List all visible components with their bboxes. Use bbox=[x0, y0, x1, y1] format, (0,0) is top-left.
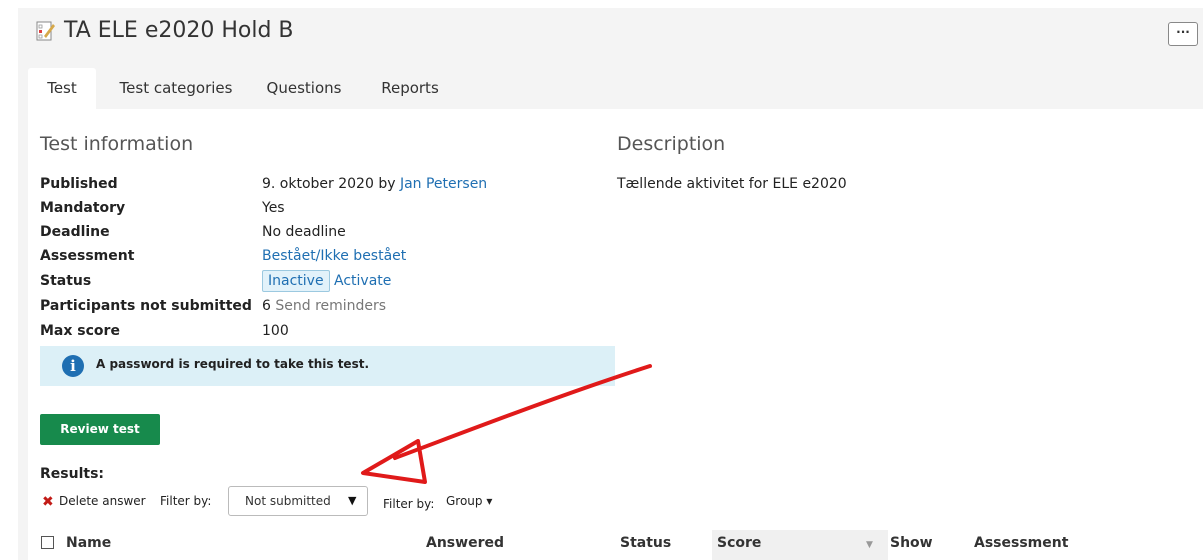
participants-label: Participants not submitted bbox=[40, 298, 252, 314]
column-header-status[interactable]: Status bbox=[620, 535, 671, 551]
test-icon bbox=[36, 21, 55, 41]
column-header-assessment[interactable]: Assessment bbox=[974, 535, 1068, 551]
info-icon: i bbox=[62, 355, 84, 377]
send-reminders-link[interactable]: Send reminders bbox=[275, 298, 386, 314]
published-date: 9. oktober 2020 by bbox=[262, 176, 400, 192]
chevron-down-icon[interactable]: ▼ bbox=[348, 494, 356, 507]
filter-by-label: Filter by: bbox=[160, 494, 212, 508]
tab-reports[interactable]: Reports bbox=[378, 68, 442, 109]
mandatory-value: Yes bbox=[262, 200, 285, 216]
sort-icon[interactable]: ▼ bbox=[866, 540, 873, 550]
more-options-button[interactable]: ··· bbox=[1168, 22, 1198, 46]
author-link[interactable]: Jan Petersen bbox=[400, 176, 487, 192]
column-header-score[interactable]: Score bbox=[717, 535, 761, 551]
password-alert: i A password is required to take this te… bbox=[40, 346, 615, 386]
deadline-label: Deadline bbox=[40, 224, 110, 240]
participants-value: 6 Send reminders bbox=[262, 294, 386, 318]
status-badge: Inactive bbox=[262, 270, 330, 292]
column-header-answered[interactable]: Answered bbox=[426, 535, 504, 551]
participants-count: 6 bbox=[262, 298, 271, 314]
max-score-label: Max score bbox=[40, 323, 120, 339]
column-header-name[interactable]: Name bbox=[66, 535, 111, 551]
results-label: Results: bbox=[40, 466, 104, 482]
deadline-value: No deadline bbox=[262, 224, 346, 240]
page-title: TA ELE e2020 Hold B bbox=[64, 18, 294, 43]
max-score-value: 100 bbox=[262, 323, 289, 339]
alert-text: A password is required to take this test… bbox=[96, 357, 370, 371]
delete-icon[interactable]: ✖ bbox=[42, 494, 54, 510]
tab-questions[interactable]: Questions bbox=[262, 68, 346, 109]
description-text: Tællende aktivitet for ELE e2020 bbox=[617, 176, 847, 192]
assessment-label: Assessment bbox=[40, 248, 135, 264]
status-label: Status bbox=[40, 273, 92, 289]
description-heading: Description bbox=[617, 133, 726, 155]
published-value: 9. oktober 2020 by Jan Petersen bbox=[262, 172, 487, 196]
test-card bbox=[28, 109, 1203, 560]
select-all-checkbox[interactable] bbox=[41, 536, 54, 549]
review-test-button[interactable]: Review test bbox=[40, 414, 160, 445]
filter-by-group-label: Filter by: bbox=[383, 497, 435, 511]
activate-link[interactable]: Activate bbox=[334, 273, 391, 289]
delete-answer-button[interactable]: Delete answer bbox=[59, 494, 146, 508]
group-filter-dropdown[interactable]: Group ▾ bbox=[446, 494, 492, 508]
tab-test[interactable]: Test bbox=[28, 68, 96, 109]
published-label: Published bbox=[40, 176, 118, 192]
column-header-show[interactable]: Show bbox=[890, 535, 933, 551]
mandatory-label: Mandatory bbox=[40, 200, 126, 216]
tab-test-categories[interactable]: Test categories bbox=[110, 68, 242, 109]
test-information-heading: Test information bbox=[40, 133, 194, 155]
submission-filter-select[interactable]: Not submitted bbox=[228, 486, 368, 516]
status-value: Inactive Activate bbox=[262, 269, 391, 293]
assessment-link[interactable]: Bestået/Ikke bestået bbox=[262, 244, 406, 268]
